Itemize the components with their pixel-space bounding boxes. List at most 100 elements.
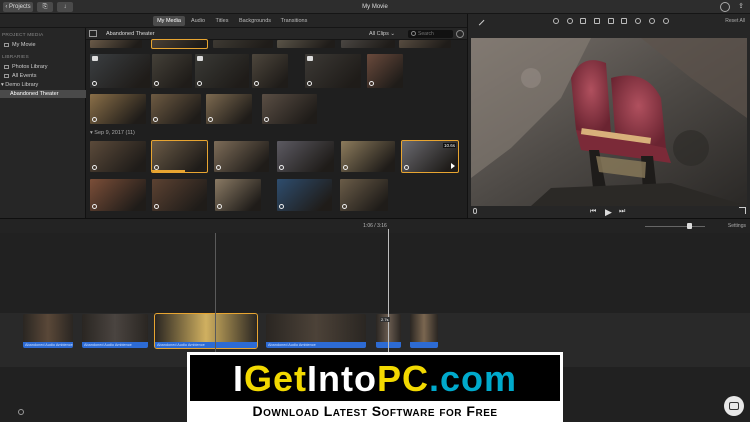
media-thumbnail[interactable] <box>252 54 288 88</box>
media-thumbnail[interactable] <box>90 141 146 172</box>
favorite-circle-icon <box>264 117 269 122</box>
search-icon <box>411 31 416 36</box>
media-thumbnail[interactable] <box>90 94 146 124</box>
watermark-part-get: Get <box>243 358 307 399</box>
media-thumbnail[interactable]: 10.6s <box>401 140 459 173</box>
favorite-circle-icon <box>92 165 97 170</box>
fullscreen-icon[interactable] <box>739 207 746 214</box>
media-thumbnail[interactable] <box>305 54 361 88</box>
favorite-circle-icon <box>307 81 312 86</box>
favorite-circle-icon <box>369 81 374 86</box>
favorite-circle-icon <box>208 117 213 122</box>
noise-reduction-icon[interactable] <box>621 18 627 24</box>
skip-back-button[interactable]: ⏮ <box>590 208 596 216</box>
color-correction-icon[interactable] <box>567 18 573 24</box>
media-thumbnail[interactable] <box>214 141 269 172</box>
media-thumbnail[interactable] <box>399 40 451 48</box>
sidebar-item-all-events[interactable]: All Events <box>4 72 84 80</box>
favorite-circle-icon <box>197 81 202 86</box>
tab-titles[interactable]: Titles <box>212 16 232 26</box>
sidebar-item-my-movie[interactable]: My Movie <box>4 41 84 49</box>
favorite-circle-icon <box>343 165 348 170</box>
clock-icon[interactable] <box>720 2 730 12</box>
media-thumbnail[interactable] <box>90 54 150 88</box>
skip-forward-button[interactable]: ⏭ <box>619 208 625 216</box>
timeline-clip[interactable] <box>410 314 438 348</box>
info-icon[interactable] <box>663 18 669 24</box>
sidebar-item-label: My Movie <box>12 42 36 48</box>
favorite-circle-icon <box>342 204 347 209</box>
timeline-clip[interactable]: Abandoned Audio Ambience <box>154 313 258 349</box>
favorite-circle-icon <box>154 81 159 86</box>
sidebar-item-demo-library[interactable]: ▾ Demo Library <box>1 81 81 89</box>
clip-filter-select[interactable]: All Clips ⌄ <box>369 28 395 40</box>
sidebar-item-label: Photos Library <box>12 64 48 70</box>
favorite-circle-icon <box>154 204 159 209</box>
clip-filter-icon[interactable] <box>649 18 655 24</box>
media-thumbnail[interactable] <box>262 94 317 124</box>
favorite-circle-icon <box>279 165 284 170</box>
media-thumbnail[interactable] <box>152 179 207 211</box>
stabilization-icon[interactable] <box>594 18 600 24</box>
sidebar-item-abandoned-theater[interactable]: Abandoned Theater <box>0 90 86 98</box>
tab-backgrounds[interactable]: Backgrounds <box>237 16 273 26</box>
theater-chair-image <box>471 38 747 206</box>
share-icon[interactable]: ⇪ <box>736 2 746 12</box>
reset-all-button[interactable]: Reset All <box>725 18 745 24</box>
media-thumbnail[interactable] <box>277 40 335 48</box>
used-range-bar <box>152 170 185 172</box>
media-thumbnail[interactable] <box>215 179 261 211</box>
media-thumbnail[interactable] <box>151 39 208 49</box>
timeline-settings-button[interactable]: Settings <box>728 219 746 233</box>
media-thumbnail[interactable] <box>213 40 273 48</box>
film-icon <box>4 42 9 47</box>
clip-label: Abandoned Audio Ambience <box>157 343 205 347</box>
audio-waveform[interactable] <box>410 342 438 348</box>
media-thumbnail[interactable] <box>341 40 395 48</box>
screenshot-icon <box>729 402 739 410</box>
speed-icon[interactable] <box>635 18 641 24</box>
media-thumbnail[interactable] <box>90 179 146 211</box>
events-icon <box>4 73 9 78</box>
viewer-frame[interactable] <box>471 38 747 206</box>
media-thumbnail[interactable] <box>195 54 249 88</box>
timeline-header: 1:06 / 3:16 Settings <box>0 219 750 233</box>
zoom-slider[interactable] <box>645 226 705 227</box>
media-thumbnail[interactable] <box>277 179 332 211</box>
media-thumbnail[interactable] <box>151 94 201 124</box>
clip-label: Abandoned Audio Ambience <box>25 343 73 347</box>
media-thumbnail[interactable] <box>152 54 192 88</box>
date-group-header[interactable]: ▾ Sep 9, 2017 (11) <box>90 130 135 136</box>
browser-header: Abandoned Theater All Clips ⌄ <box>86 28 467 40</box>
media-thumbnail[interactable] <box>206 94 252 124</box>
libraries-header: LIBRARIES <box>2 55 29 60</box>
timeline-clip[interactable]: Abandoned Audio Ambience <box>23 314 73 348</box>
media-thumbnail[interactable] <box>151 140 208 173</box>
media-thumbnail[interactable] <box>367 54 403 88</box>
tab-my-media[interactable]: My Media <box>153 16 185 26</box>
time-readout: 1:06 / 3:16 <box>363 223 387 229</box>
sidebar-toggle-icon[interactable] <box>89 30 97 37</box>
sidebar-item-photos-library[interactable]: Photos Library <box>4 63 84 71</box>
audio-meter-icon[interactable] <box>18 409 24 415</box>
tab-audio[interactable]: Audio <box>188 16 208 26</box>
play-button[interactable]: ▶ <box>605 208 612 217</box>
screenshot-button[interactable] <box>724 396 744 416</box>
media-thumbnail[interactable] <box>90 40 142 48</box>
media-thumbnail[interactable] <box>340 179 388 211</box>
magic-wand-icon[interactable] <box>474 15 485 26</box>
microphone-icon[interactable] <box>473 208 477 214</box>
gear-icon[interactable] <box>456 30 464 38</box>
favorite-circle-icon <box>404 165 409 170</box>
zoom-slider-handle[interactable] <box>687 223 692 229</box>
volume-icon[interactable] <box>608 18 614 24</box>
media-thumbnail[interactable] <box>277 141 334 172</box>
favorite-circle-icon <box>254 81 259 86</box>
timeline-clip[interactable]: Abandoned Audio Ambience <box>266 314 366 348</box>
media-thumbnail[interactable] <box>341 141 395 172</box>
timeline-clip[interactable]: Abandoned Audio Ambience <box>82 314 148 348</box>
clip-label: Abandoned Audio Ambience <box>268 343 316 347</box>
crop-icon[interactable] <box>580 18 586 24</box>
color-balance-icon[interactable] <box>553 18 559 24</box>
tab-transitions[interactable]: Transitions <box>278 16 310 26</box>
